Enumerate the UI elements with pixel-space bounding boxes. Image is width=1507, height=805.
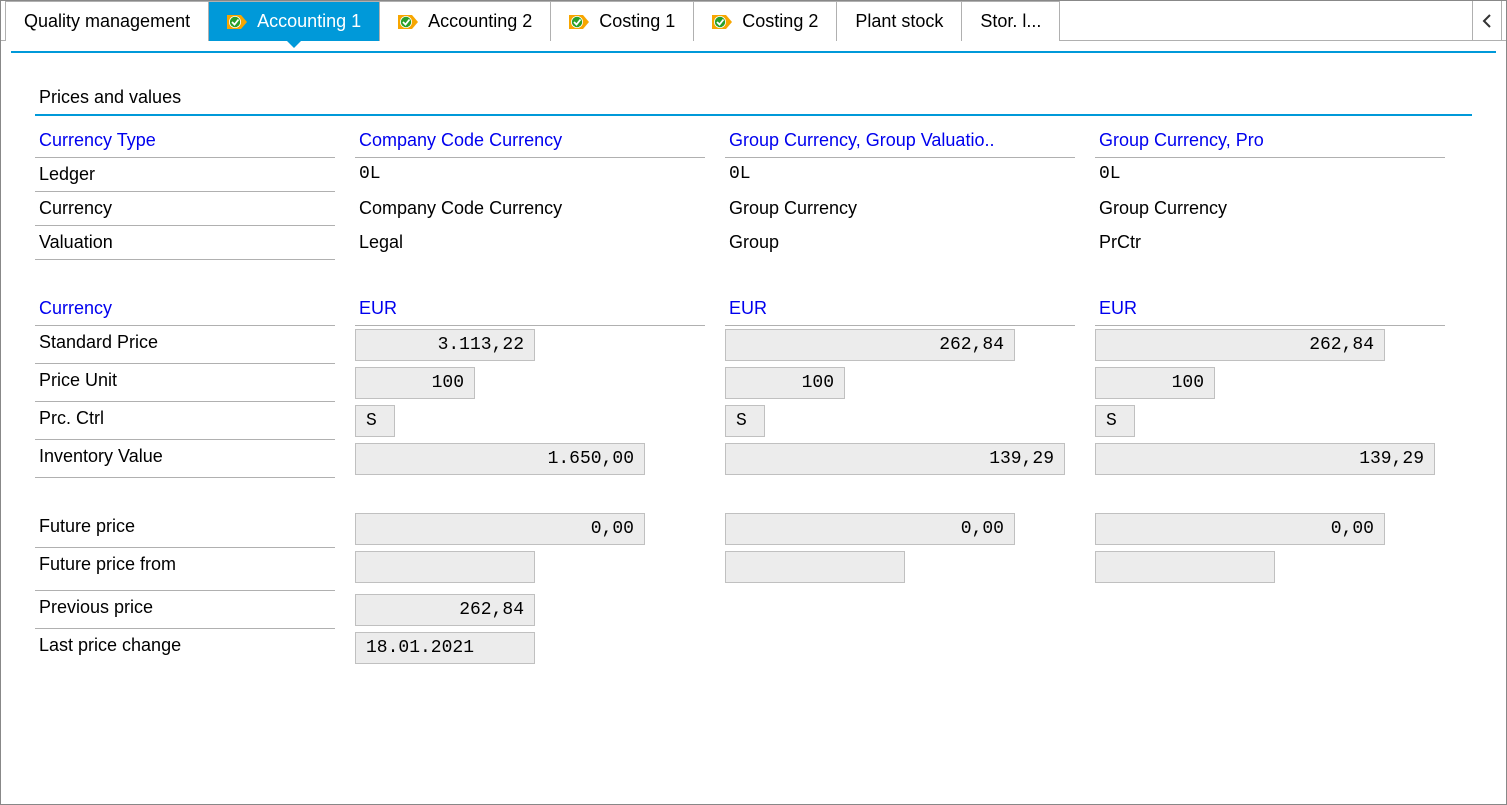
tab-label: Accounting 2: [428, 11, 532, 32]
last-price-change-field-0[interactable]: 18.01.2021: [355, 632, 535, 664]
col-header-group-pro[interactable]: Group Currency, Pro: [1095, 124, 1445, 158]
tab-quality-management[interactable]: Quality management: [5, 1, 209, 41]
tab-label: Costing 1: [599, 11, 675, 32]
value-currency2-2[interactable]: EUR: [1095, 292, 1445, 326]
label-ledger: Ledger: [35, 158, 335, 192]
label-prc-ctrl: Prc. Ctrl: [35, 402, 335, 440]
prc-ctrl-field-0[interactable]: S: [355, 405, 395, 437]
standard-price-field-0[interactable]: 3.113,22: [355, 329, 535, 361]
prices-grid: Currency Type Company Code Currency Grou…: [35, 124, 1472, 667]
inventory-value-field-1[interactable]: 139,29: [725, 443, 1065, 475]
label-currency2[interactable]: Currency: [35, 292, 335, 326]
tab-label: Plant stock: [855, 11, 943, 32]
tab-costing-1[interactable]: Costing 1: [550, 1, 694, 41]
label-future-price-from: Future price from: [35, 548, 335, 591]
prc-ctrl-field-1[interactable]: S: [725, 405, 765, 437]
tab-accounting-2[interactable]: Accounting 2: [379, 1, 551, 41]
check-tag-icon: [569, 13, 591, 31]
future-price-from-field-0[interactable]: [355, 551, 535, 583]
accent-separator: [11, 51, 1496, 53]
tab-accounting-1[interactable]: Accounting 1: [208, 1, 380, 41]
tab-label: Quality management: [24, 11, 190, 32]
future-price-field-2[interactable]: 0,00: [1095, 513, 1385, 545]
check-tag-icon: [398, 13, 420, 31]
tab-plant-stock[interactable]: Plant stock: [836, 1, 962, 41]
prices-and-values-group: Prices and values Currency Type Company …: [35, 81, 1472, 667]
prc-ctrl-field-2[interactable]: S: [1095, 405, 1135, 437]
value-ledger-0: 0L: [355, 158, 705, 192]
material-master-window: Quality management Accounting 1: [0, 0, 1507, 805]
group-title: Prices and values: [35, 81, 1472, 116]
future-price-field-1[interactable]: 0,00: [725, 513, 1015, 545]
value-valuation-2: PrCtr: [1095, 226, 1445, 260]
label-currency: Currency: [35, 192, 335, 226]
tab-content: Prices and values Currency Type Company …: [1, 41, 1506, 677]
price-unit-field-0[interactable]: 100: [355, 367, 475, 399]
value-currency2-0[interactable]: EUR: [355, 292, 705, 326]
tab-scroll-left-button[interactable]: [1472, 1, 1502, 40]
value-valuation-1: Group: [725, 226, 1075, 260]
label-previous-price: Previous price: [35, 591, 335, 629]
inventory-value-field-0[interactable]: 1.650,00: [355, 443, 645, 475]
value-currency-1: Group Currency: [725, 192, 1075, 226]
inventory-value-field-2[interactable]: 139,29: [1095, 443, 1435, 475]
future-price-from-field-1[interactable]: [725, 551, 905, 583]
tab-label: Costing 2: [742, 11, 818, 32]
tab-label: Accounting 1: [257, 11, 361, 32]
label-currency-type[interactable]: Currency Type: [35, 124, 335, 158]
value-currency2-1[interactable]: EUR: [725, 292, 1075, 326]
future-price-field-0[interactable]: 0,00: [355, 513, 645, 545]
tab-stor-loc[interactable]: Stor. l...: [961, 1, 1060, 41]
tab-label: Stor. l...: [980, 11, 1041, 32]
label-inventory-value: Inventory Value: [35, 440, 335, 478]
label-last-price-change: Last price change: [35, 629, 335, 667]
tab-costing-2[interactable]: Costing 2: [693, 1, 837, 41]
value-currency-2: Group Currency: [1095, 192, 1445, 226]
future-price-from-field-2[interactable]: [1095, 551, 1275, 583]
value-valuation-0: Legal: [355, 226, 705, 260]
standard-price-field-2[interactable]: 262,84: [1095, 329, 1385, 361]
standard-price-field-1[interactable]: 262,84: [725, 329, 1015, 361]
price-unit-field-1[interactable]: 100: [725, 367, 845, 399]
value-currency-0: Company Code Currency: [355, 192, 705, 226]
tab-bar: Quality management Accounting 1: [1, 1, 1506, 41]
check-tag-icon: [227, 13, 249, 31]
col-header-company-code[interactable]: Company Code Currency: [355, 124, 705, 158]
value-ledger-2: 0L: [1095, 158, 1445, 192]
col-header-group-valuation[interactable]: Group Currency, Group Valuatio..: [725, 124, 1075, 158]
value-ledger-1: 0L: [725, 158, 1075, 192]
previous-price-field-0[interactable]: 262,84: [355, 594, 535, 626]
label-valuation: Valuation: [35, 226, 335, 260]
label-standard-price: Standard Price: [35, 326, 335, 364]
label-price-unit: Price Unit: [35, 364, 335, 402]
tag-icon: [712, 13, 734, 31]
label-future-price: Future price: [35, 510, 335, 548]
price-unit-field-2[interactable]: 100: [1095, 367, 1215, 399]
